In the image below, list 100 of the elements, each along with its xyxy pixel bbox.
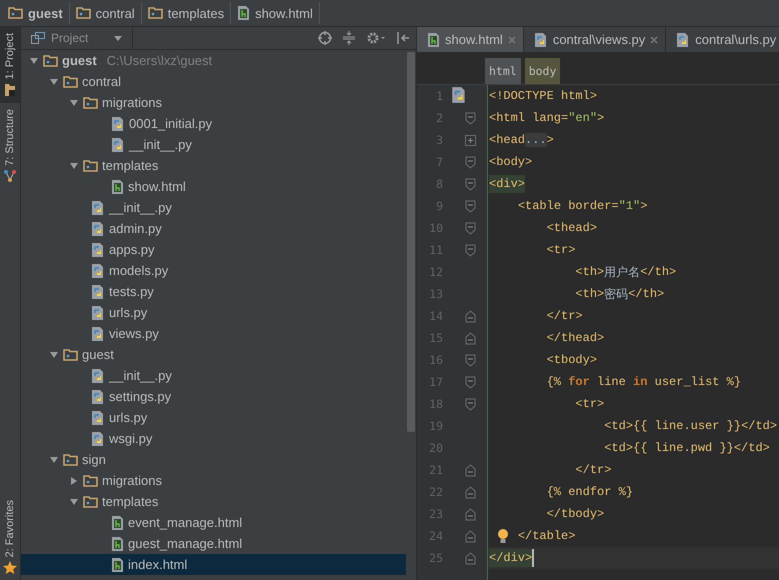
close-icon[interactable] bbox=[650, 36, 658, 44]
python-file-icon bbox=[534, 32, 548, 48]
tab-label: contral\views.py bbox=[552, 32, 646, 47]
tree-item[interactable]: guest bbox=[21, 344, 406, 365]
fold-marker-icon[interactable] bbox=[465, 376, 476, 388]
settings-icon[interactable] bbox=[366, 31, 386, 45]
tree-item[interactable]: index.html bbox=[21, 554, 406, 575]
code-line: <th>用户名</th> bbox=[575, 264, 676, 280]
lightbulb-icon[interactable] bbox=[497, 528, 509, 544]
fold-marker-icon[interactable] bbox=[465, 244, 476, 256]
hide-panel-icon[interactable] bbox=[396, 31, 410, 45]
html-file-icon bbox=[111, 536, 124, 552]
tree-item[interactable]: guest_manage.html bbox=[21, 533, 406, 554]
locate-icon[interactable] bbox=[318, 31, 332, 45]
tree-item[interactable]: admin.py bbox=[21, 218, 406, 239]
tree-item[interactable]: urls.py bbox=[21, 302, 406, 323]
folder-icon bbox=[83, 160, 98, 172]
fold-marker-icon[interactable] bbox=[465, 200, 476, 212]
tree-item[interactable]: settings.py bbox=[21, 386, 406, 407]
breadcrumb-item[interactable]: contral bbox=[74, 2, 142, 24]
fold-marker-icon[interactable] bbox=[465, 530, 476, 542]
fold-marker-icon[interactable] bbox=[465, 178, 476, 190]
project-path: C:\Users\lxz\guest bbox=[106, 53, 212, 68]
tree-item[interactable]: migrations bbox=[21, 470, 406, 491]
tree-item[interactable]: templates bbox=[21, 491, 406, 512]
breadcrumb-item[interactable]: guest bbox=[6, 2, 70, 24]
python-file-icon bbox=[111, 116, 125, 132]
tree-item[interactable]: views.py bbox=[21, 323, 406, 344]
expanded-arrow-icon[interactable] bbox=[49, 454, 59, 464]
expanded-arrow-icon[interactable] bbox=[69, 496, 79, 506]
tree-item[interactable]: __init__.py bbox=[21, 197, 406, 218]
breadcrumb-item[interactable]: templates bbox=[146, 2, 232, 24]
expanded-arrow-icon[interactable] bbox=[69, 98, 79, 108]
editor-tab[interactable]: show.html bbox=[417, 27, 524, 52]
python-file-icon bbox=[91, 326, 105, 342]
folder-icon bbox=[83, 496, 98, 508]
fold-marker-icon[interactable] bbox=[465, 552, 476, 564]
python-file-icon bbox=[91, 284, 105, 300]
fold-expand-icon[interactable] bbox=[465, 134, 476, 146]
tool-window-tab[interactable]: 1: Project bbox=[0, 27, 20, 104]
code-line: <td>{{ line.user }}</td> bbox=[604, 419, 778, 433]
folder-icon bbox=[4, 83, 16, 98]
code-line: </thead> bbox=[546, 331, 604, 345]
tree-item[interactable]: wsgi.py bbox=[21, 428, 406, 449]
scrollbar-thumb[interactable] bbox=[407, 52, 415, 432]
code-line: <!DOCTYPE html> bbox=[489, 89, 598, 103]
python-file-icon bbox=[91, 388, 105, 404]
expanded-arrow-icon[interactable] bbox=[49, 76, 59, 86]
fold-marker-icon[interactable] bbox=[465, 156, 476, 168]
fold-marker-icon[interactable] bbox=[465, 310, 476, 322]
collapsed-arrow-icon[interactable] bbox=[69, 476, 79, 486]
folder-icon bbox=[83, 96, 98, 108]
breadcrumb-item[interactable]: show.html bbox=[235, 2, 320, 24]
tree-item[interactable]: sign bbox=[21, 449, 406, 470]
fold-marker-icon[interactable] bbox=[465, 486, 476, 498]
tool-window-tab[interactable]: 2: Favorites bbox=[0, 494, 20, 580]
python-file-icon bbox=[91, 242, 105, 258]
tree-item[interactable]: urls.py bbox=[21, 407, 406, 428]
tree-item[interactable]: contral bbox=[21, 71, 406, 92]
tree-item[interactable]: __init__.py bbox=[21, 134, 406, 155]
code-line: <head...> bbox=[489, 133, 554, 147]
html-file-icon bbox=[111, 556, 124, 572]
code-line: <html lang="en"> bbox=[489, 111, 604, 125]
tree-item[interactable]: models.py bbox=[21, 260, 406, 281]
tree-item[interactable]: __init__.py bbox=[21, 365, 406, 386]
fold-marker-icon[interactable] bbox=[465, 398, 476, 410]
tool-window-tab[interactable]: 7: Structure bbox=[0, 103, 20, 188]
tree-item[interactable]: guest C:\Users\lxz\guest bbox=[21, 50, 406, 71]
code-line: </table> bbox=[518, 529, 576, 543]
tree-item[interactable]: templates bbox=[21, 155, 406, 176]
code-line: </tr> bbox=[575, 463, 612, 477]
fold-marker-icon[interactable] bbox=[465, 464, 476, 476]
code-line: <table border="1"> bbox=[518, 199, 648, 213]
tree-item[interactable]: 0001_initial.py bbox=[21, 113, 406, 134]
tree-item[interactable]: show.html bbox=[21, 176, 406, 197]
code-line: <tr> bbox=[546, 243, 576, 257]
fold-marker-icon[interactable] bbox=[465, 508, 476, 520]
code-line: <tr> bbox=[575, 397, 604, 411]
fold-marker-icon[interactable] bbox=[465, 112, 476, 124]
tab-label: contral\urls.py bbox=[695, 32, 776, 47]
folder-icon bbox=[63, 348, 78, 360]
fold-marker-icon[interactable] bbox=[465, 222, 476, 234]
tag-breadcrumb[interactable]: body bbox=[524, 58, 560, 84]
tree-item[interactable]: tests.py bbox=[21, 281, 406, 302]
tag-breadcrumb[interactable]: html bbox=[485, 58, 521, 84]
python-file-icon bbox=[91, 304, 105, 320]
code-line: <th>密码</th> bbox=[575, 286, 664, 302]
view-dropdown[interactable]: Project bbox=[21, 27, 133, 49]
collapse-all-icon[interactable] bbox=[342, 31, 356, 45]
tree-item[interactable]: event_manage.html bbox=[21, 512, 406, 533]
expanded-arrow-icon[interactable] bbox=[69, 160, 79, 170]
tree-item[interactable]: migrations bbox=[21, 92, 406, 113]
fold-marker-icon[interactable] bbox=[465, 354, 476, 366]
python-file-icon bbox=[91, 200, 105, 216]
tree-item[interactable]: apps.py bbox=[21, 239, 406, 260]
fold-marker-icon[interactable] bbox=[465, 332, 476, 344]
expanded-arrow-icon[interactable] bbox=[29, 56, 39, 66]
expanded-arrow-icon[interactable] bbox=[49, 350, 59, 360]
code-line: </tr> bbox=[546, 309, 583, 323]
folder-icon bbox=[63, 454, 78, 466]
